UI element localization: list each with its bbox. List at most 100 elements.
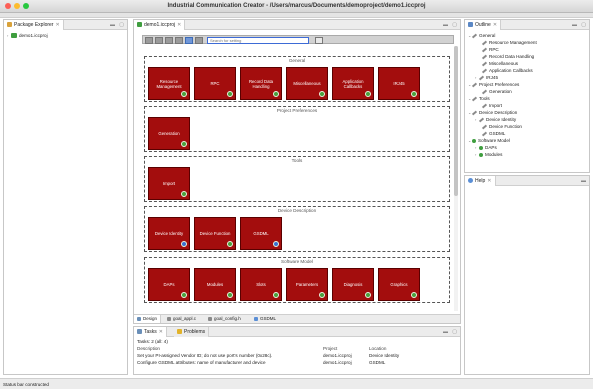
tile-generation[interactable]: Generation — [148, 117, 190, 150]
minimize-view-icon[interactable]: ▬ — [443, 329, 448, 335]
close-tab-icon[interactable]: ✕ — [177, 22, 181, 28]
tab-gsdml[interactable]: GSDML — [251, 315, 279, 323]
maximize-view-icon[interactable]: ▢ — [581, 22, 586, 28]
outline-item[interactable]: › Modules — [475, 151, 502, 158]
tile-diagnosis[interactable]: Diagnosis — [332, 268, 374, 301]
close-tab-icon[interactable]: ✕ — [55, 22, 59, 28]
tab-demo1-iccproj[interactable]: demo1.iccproj ✕ — [134, 20, 186, 30]
maximize-view-icon[interactable]: ▢ — [452, 329, 457, 335]
outline-item-general[interactable]: ⌄ General — [468, 32, 495, 39]
tab-design[interactable]: Design — [134, 315, 162, 323]
tile-modules[interactable]: Modules — [194, 268, 236, 301]
minimize-view-icon[interactable]: ▬ — [581, 178, 586, 184]
outline-item-software-model[interactable]: ⌄ Software Model — [468, 137, 510, 144]
minimize-view-icon[interactable]: ▬ — [110, 22, 115, 28]
column-location[interactable]: Location — [369, 345, 386, 352]
tile-device-identity[interactable]: Device Identity — [148, 217, 190, 250]
search-icon[interactable] — [315, 37, 323, 44]
maximize-view-icon[interactable]: ▢ — [452, 22, 457, 28]
task-location: Device Identity — [369, 353, 400, 358]
tab-goal-config-h[interactable]: goal_config.h — [205, 315, 244, 323]
tile-slots[interactable]: Slots — [240, 268, 282, 301]
outline-item[interactable]: › IRJ45 — [475, 74, 498, 81]
outline-item-device-description[interactable]: ⌄ Device Description — [468, 109, 517, 116]
outline-item-tools[interactable]: ⌄ Tools — [468, 95, 490, 102]
wrench-icon — [471, 33, 478, 39]
tile-resource-management[interactable]: Resource Management — [148, 67, 190, 100]
refresh-icon[interactable] — [175, 37, 183, 44]
tile-miscellaneous[interactable]: Miscellaneous — [286, 67, 328, 100]
outline-item[interactable]: › Device Identity — [475, 116, 516, 123]
info-badge-icon — [273, 241, 279, 247]
tile-import[interactable]: Import — [148, 167, 190, 200]
task-location: GSDML — [369, 360, 386, 365]
wrench-icon — [481, 54, 488, 60]
project-icon — [11, 33, 17, 39]
outline-item[interactable]: RPC — [481, 46, 499, 53]
package-explorer-icon — [7, 22, 12, 28]
help-icon — [468, 178, 473, 184]
tile-record-data-handling[interactable]: Record Data Handling — [240, 67, 282, 100]
editor-toolbar — [142, 35, 454, 44]
editor-view: demo1.iccproj✕ ▬ ▢ General Resource Mana… — [133, 19, 461, 324]
package-explorer-item[interactable]: › demo1.iccproj — [7, 32, 48, 39]
tile-rpc[interactable]: RPC — [194, 67, 236, 100]
close-tab-icon[interactable]: ✕ — [487, 178, 491, 184]
outline-item[interactable]: GSDML — [481, 130, 505, 137]
tile-graphics[interactable]: Graphics — [378, 268, 420, 301]
section-general: General Resource Management RPC Record D… — [144, 56, 450, 102]
home-icon[interactable] — [165, 37, 173, 44]
table-row[interactable]: Set your PI-assigned Vendor ID; do not u… — [137, 352, 457, 359]
editor-scrollbar[interactable] — [454, 46, 458, 311]
tab-outline[interactable]: Outline ✕ — [465, 20, 502, 30]
minimize-view-icon[interactable]: ▬ — [443, 22, 448, 28]
close-tab-icon[interactable]: ✕ — [159, 329, 163, 335]
outline-item[interactable]: › DAPs — [475, 144, 497, 151]
tile-parameters[interactable]: Parameters — [286, 268, 328, 301]
editor-bottom-tabs: Design goal_appl.c goal_config.h GSDML — [134, 314, 460, 323]
outline-item-project-preferences[interactable]: ⌄ Project Preferences — [468, 81, 519, 88]
scroll-thumb[interactable] — [454, 46, 458, 196]
back-icon[interactable] — [145, 37, 153, 44]
tile-irj45[interactable]: IRJ45 — [378, 67, 420, 100]
model-node-icon — [479, 145, 483, 150]
column-description[interactable]: Description — [137, 345, 160, 352]
close-tab-icon[interactable]: ✕ — [493, 22, 497, 28]
section-tools: Tools Import — [144, 156, 450, 202]
tasks-view: Tasks ✕ Problems ▬ ▢ Tasks: 2 (all: 4) De… — [133, 326, 461, 375]
tile-gsdml[interactable]: GSDML — [240, 217, 282, 250]
tab-help[interactable]: Help ✕ — [465, 176, 496, 186]
filter-icon[interactable] — [195, 37, 203, 44]
outline-item[interactable]: Miscellaneous — [481, 60, 518, 67]
editor-tab-label: demo1.iccproj — [144, 22, 176, 28]
outline-item[interactable]: Device Function — [481, 123, 522, 130]
section-title: Project Preferences — [276, 108, 318, 113]
save-icon[interactable] — [185, 37, 193, 44]
tile-device-function[interactable]: Device Function — [194, 217, 236, 250]
model-node-icon — [472, 138, 476, 143]
outline-item[interactable]: Record Data Handling — [481, 53, 534, 60]
table-row[interactable]: Configure GSDML attributes: name of manu… — [137, 359, 457, 366]
wrench-icon — [481, 124, 488, 130]
status-check-icon — [181, 292, 187, 298]
outline-item[interactable]: Resource Management — [481, 39, 537, 46]
outline-item[interactable]: Import — [481, 102, 502, 109]
outline-item[interactable]: Generation — [481, 88, 512, 95]
tile-application-callbacks[interactable]: Application Callbacks — [332, 67, 374, 100]
tile-daps[interactable]: DAPs — [148, 268, 190, 301]
tab-problems[interactable]: Problems — [174, 327, 210, 337]
tab-package-explorer[interactable]: Package Explorer ✕ — [4, 20, 64, 30]
outline-item[interactable]: Application Callbacks — [481, 67, 533, 74]
forward-icon[interactable] — [155, 37, 163, 44]
maximize-view-icon[interactable]: ▢ — [119, 22, 124, 28]
editor-file-icon — [137, 22, 142, 28]
search-input[interactable] — [207, 37, 309, 44]
tab-tasks[interactable]: Tasks ✕ — [134, 327, 167, 337]
minimize-view-icon[interactable]: ▬ — [572, 22, 577, 28]
status-check-icon — [411, 292, 417, 298]
info-badge-icon — [181, 241, 187, 247]
tab-goal-appl-c[interactable]: goal_appl.c — [164, 315, 199, 323]
status-check-icon — [273, 292, 279, 298]
tasks-icon — [137, 329, 142, 335]
column-project[interactable]: Project — [323, 345, 337, 352]
